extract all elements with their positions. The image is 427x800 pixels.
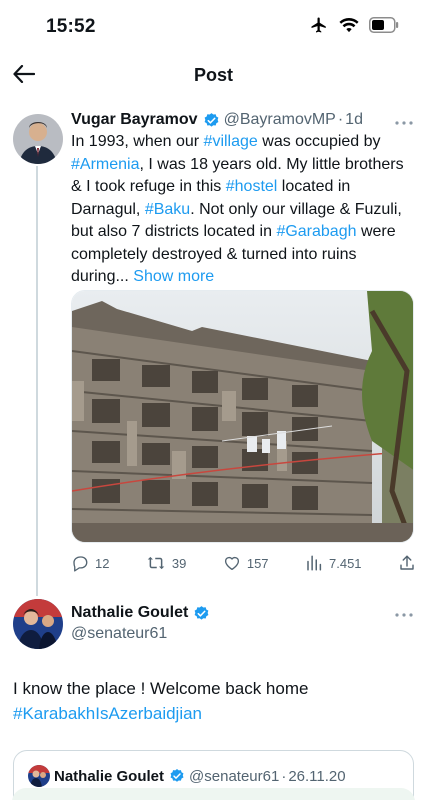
page-title: Post [193, 65, 233, 85]
reply-button[interactable]: 12 [71, 554, 109, 572]
reply-avatar[interactable] [13, 599, 63, 649]
nav-bar: Post [0, 56, 427, 96]
quoted-author-name: Nathalie Goulet [54, 767, 165, 785]
avatar[interactable] [13, 114, 63, 164]
hashtag-karabakh[interactable]: #KarabakhIsAzerbaidjian [13, 701, 413, 726]
more-options-button[interactable] [392, 111, 416, 131]
reply-author-handle[interactable]: @senateur61 [71, 625, 167, 643]
quoted-tweet-header: Nathalie Goulet @senateur61 · 26.11.20 [28, 765, 346, 787]
reply-text: I know the place ! Welcome back home #Ka… [13, 676, 413, 726]
status-time: 15:52 [46, 16, 96, 37]
more-dots-icon [395, 604, 413, 622]
thread-connector [36, 166, 38, 596]
status-icons [309, 16, 399, 34]
tweet-media-image[interactable] [71, 290, 414, 543]
quoted-avatar [28, 765, 50, 787]
tweet-time[interactable]: 1d [345, 111, 363, 129]
more-dots-icon [395, 112, 413, 130]
hashtag-baku[interactable]: #Baku [145, 201, 190, 218]
reply-author-name[interactable]: Nathalie Goulet [71, 604, 188, 622]
author-name[interactable]: Vugar Bayramov [71, 111, 198, 129]
show-more-link[interactable]: Show more [133, 268, 214, 285]
repost-icon [146, 554, 166, 572]
reply-more-options-button[interactable] [392, 603, 416, 623]
status-bar: 15:52 [0, 0, 427, 56]
battery-icon [369, 17, 399, 33]
reply-icon [71, 554, 89, 572]
views-button[interactable]: 7.451 [305, 554, 362, 572]
hashtag-garabagh[interactable]: #Garabagh [276, 223, 356, 240]
quoted-date: 26.11.20 [288, 767, 346, 785]
quoted-author-handle: @senateur61 [189, 767, 280, 785]
tweet-text-part: was occupied by [257, 133, 381, 150]
repost-count: 39 [171, 555, 187, 571]
tweet-actions: 12 39 157 7.451 [71, 553, 416, 573]
hashtag-armenia[interactable]: #Armenia [71, 156, 139, 173]
reply-text-line: I know the place ! Welcome back home [13, 679, 309, 698]
separator-dot: · [281, 767, 287, 785]
share-icon [398, 554, 416, 572]
author-handle[interactable]: @BayramovMP [224, 111, 336, 129]
tweet-text: In 1993, when our #village was occupied … [71, 131, 416, 289]
verified-badge-icon [193, 605, 210, 622]
like-count: 157 [246, 555, 269, 571]
hashtag-village[interactable]: #village [204, 133, 258, 150]
tweet-text-part: In 1993, when our [71, 133, 204, 150]
views-chart-icon [305, 554, 323, 572]
verified-badge-icon [203, 112, 220, 129]
repost-button[interactable]: 39 [146, 554, 186, 572]
heart-icon [223, 554, 241, 572]
tweet-header: Vugar Bayramov @BayramovMP · 1d [71, 111, 363, 129]
share-button[interactable] [398, 554, 416, 572]
hashtag-hostel[interactable]: #hostel [226, 178, 278, 195]
verified-badge-icon [169, 768, 185, 784]
like-button[interactable]: 157 [223, 554, 269, 572]
reply-header: Nathalie Goulet [71, 604, 214, 622]
wifi-icon [339, 17, 359, 33]
reply-count: 12 [95, 555, 110, 571]
airplane-icon [309, 16, 329, 34]
bottom-reply-bar[interactable] [12, 788, 415, 800]
separator-dot: · [337, 111, 344, 128]
views-count: 7.451 [329, 555, 362, 571]
